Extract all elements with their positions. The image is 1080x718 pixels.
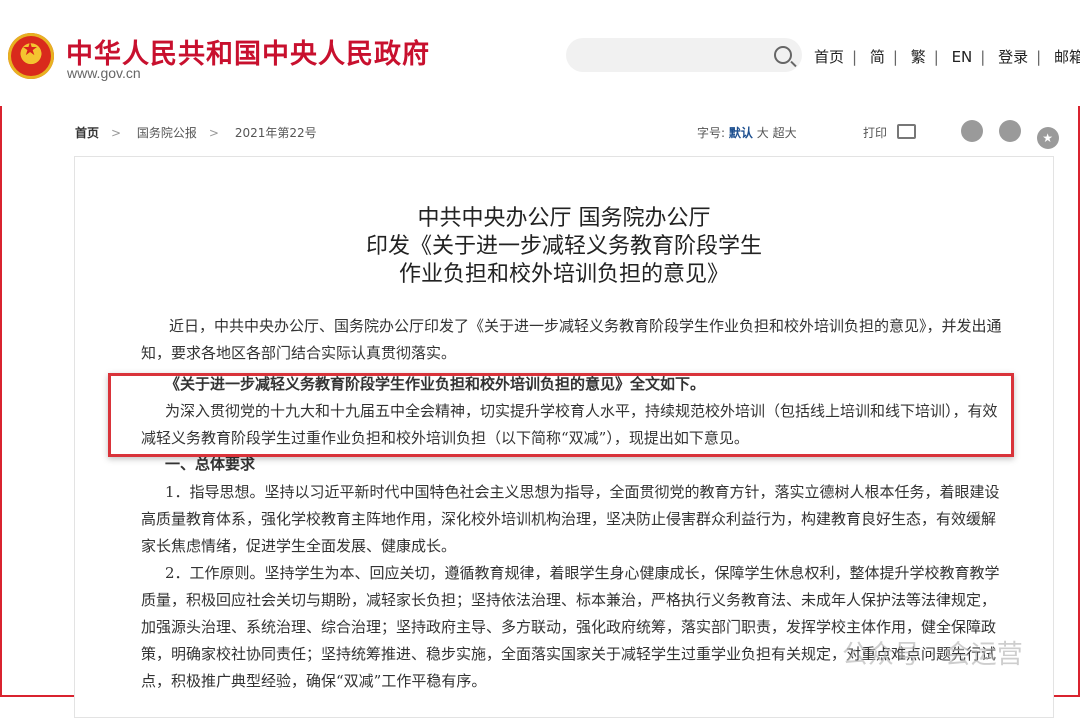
- paragraph-intro: 近日，中共中央办公厅、国务院办公厅印发了《关于进一步减轻义务教育阶段学生作业负担…: [141, 317, 1002, 362]
- search-box[interactable]: [566, 38, 802, 74]
- site-url[interactable]: www.gov.cn: [67, 65, 141, 81]
- paragraph-guiding-thought: 1．指导思想。坚持以习近平新时代中国特色社会主义思想为指导，全面贯彻党的教育方针…: [141, 483, 1000, 555]
- sub-toolbar: 首页 > 国务院公报 > 2021年第22号 字号: 默认 大 超大 打印 ★: [75, 120, 1075, 149]
- breadcrumb: 首页 > 国务院公报 > 2021年第22号: [75, 126, 317, 140]
- font-size-xlarge[interactable]: 超大: [773, 126, 797, 140]
- paragraph-working-principles: 2．工作原则。坚持学生为本、回应关切，遵循教育规律，着眼学生身心健康成长，保障学…: [141, 564, 1000, 690]
- print-button[interactable]: 打印: [863, 124, 916, 141]
- font-size-label: 字号:: [697, 126, 726, 140]
- breadcrumb-issue[interactable]: 2021年第22号: [235, 126, 317, 140]
- search-icon[interactable]: [774, 46, 792, 64]
- nav-login[interactable]: 登录: [998, 48, 1028, 66]
- printer-icon: [896, 124, 916, 139]
- breadcrumb-section[interactable]: 国务院公报: [137, 126, 197, 140]
- nav-simplified[interactable]: 简: [870, 48, 885, 66]
- nav-home[interactable]: 首页: [814, 48, 844, 66]
- paragraph-purpose: 为深入贯彻党的十九大和十九届五中全会精神，切实提升学校育人水平，持续规范校外培训…: [141, 402, 998, 447]
- search-input[interactable]: [580, 38, 774, 74]
- national-emblem-icon[interactable]: [8, 33, 54, 79]
- section-heading: 一、总体要求: [165, 455, 256, 473]
- nav-traditional[interactable]: 繁: [911, 48, 926, 66]
- font-size-default[interactable]: 默认: [729, 126, 753, 140]
- site-header: 中华人民共和国中央人民政府 www.gov.cn 首页| 简| 繁| EN| 登…: [0, 0, 1080, 106]
- font-size-large[interactable]: 大: [757, 126, 769, 140]
- paragraph-fulltext-heading: 《关于进一步减轻义务教育阶段学生作业负担和校外培训负担的意见》全文如下。: [165, 375, 706, 393]
- font-size-switcher: 字号: 默认 大 超大: [697, 124, 797, 141]
- favorite-star-icon[interactable]: ★: [1036, 127, 1059, 149]
- weibo-icon[interactable]: [961, 120, 983, 142]
- nav-english[interactable]: EN: [952, 48, 973, 66]
- document-title: 中共中央办公厅 国务院办公厅 印发《关于进一步减轻义务教育阶段学生 作业负担和校…: [365, 206, 762, 287]
- wechat-icon[interactable]: [998, 120, 1021, 142]
- watermark: 公众号 · 会运营: [842, 640, 1023, 670]
- breadcrumb-home[interactable]: 首页: [75, 126, 99, 140]
- share-icons: ★: [961, 120, 1071, 149]
- nav-mailbox[interactable]: 邮箱: [1054, 48, 1080, 66]
- top-nav: 首页 | 简 | 繁 | EN | 登录 | 邮箱: [814, 46, 1080, 67]
